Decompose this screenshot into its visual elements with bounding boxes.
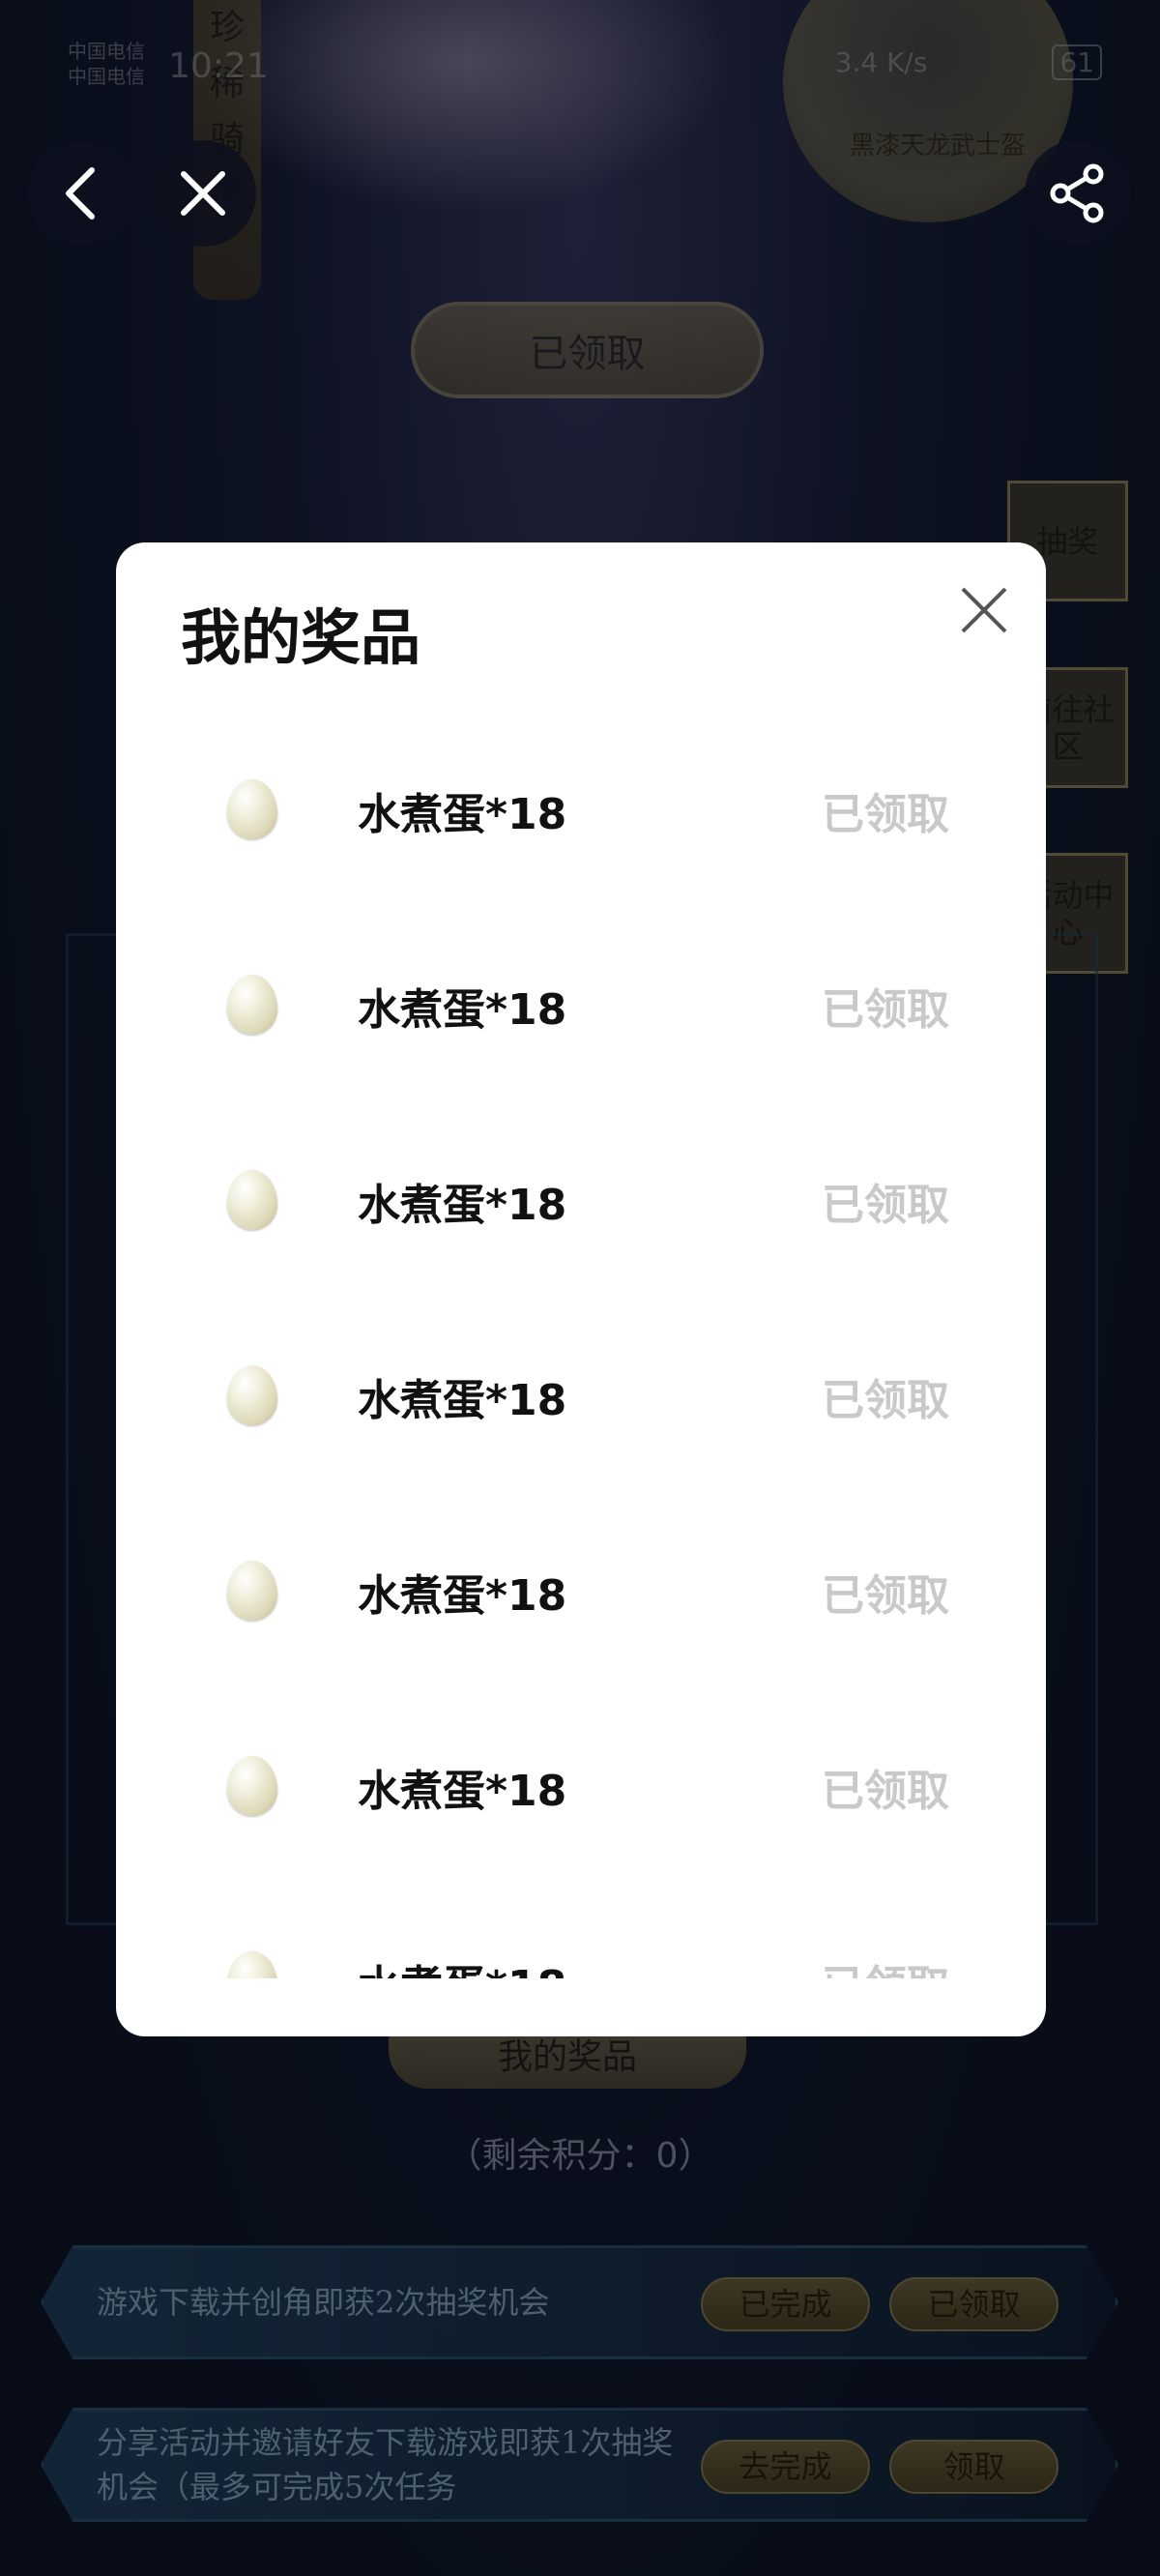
egg-icon: [227, 1951, 277, 1978]
prize-status: 已领取: [822, 1571, 949, 1621]
prize-item: 水煮蛋*18 已领取: [116, 1102, 1046, 1298]
prize-name: 水煮蛋*18: [358, 1767, 567, 1816]
prize-status: 已领取: [822, 1376, 949, 1425]
prize-name: 水煮蛋*18: [358, 1571, 567, 1621]
chevron-left-icon: [66, 167, 95, 220]
prize-item: 水煮蛋*18 已领取: [116, 1688, 1046, 1884]
egg-icon: [227, 1170, 277, 1230]
prize-list[interactable]: 水煮蛋*18 已领取 水煮蛋*18 已领取 水煮蛋*18 已领取 水煮蛋*18 …: [116, 712, 1046, 1978]
egg-icon: [227, 975, 277, 1035]
egg-icon: [227, 1561, 277, 1621]
prize-name: 水煮蛋*18: [358, 1951, 566, 1978]
egg-icon: [227, 1756, 277, 1816]
prize-item: 水煮蛋*18 已领取: [116, 1493, 1046, 1688]
prize-status: 已领取: [822, 1951, 949, 1978]
back-button[interactable]: [27, 140, 133, 247]
prize-item: 水煮蛋*18 已领取: [116, 907, 1046, 1102]
prize-name: 水煮蛋*18: [358, 790, 567, 839]
prize-name: 水煮蛋*18: [358, 1376, 567, 1425]
prize-name: 水煮蛋*18: [358, 1181, 567, 1230]
prize-item: 水煮蛋*18 已领取: [116, 1298, 1046, 1493]
prize-name: 水煮蛋*18: [358, 985, 567, 1035]
close-page-button[interactable]: [150, 140, 256, 247]
prize-status: 已领取: [822, 985, 949, 1035]
prize-status: 已领取: [822, 1767, 949, 1816]
share-icon: [1050, 163, 1104, 223]
prize-status: 已领取: [822, 790, 949, 839]
modal-close-button[interactable]: [955, 581, 1013, 639]
share-button[interactable]: [1025, 140, 1131, 247]
egg-icon: [227, 1365, 277, 1425]
close-icon: [961, 587, 1007, 633]
prize-item: 水煮蛋*18 已领取: [116, 1884, 1046, 1978]
egg-icon: [227, 779, 277, 839]
prize-item: 水煮蛋*18 已领取: [116, 712, 1046, 907]
my-prizes-modal: 我的奖品 水煮蛋*18 已领取 水煮蛋*18 已领取 水煮蛋*18 已领取 水煮…: [116, 542, 1046, 2036]
prize-status: 已领取: [822, 1181, 949, 1230]
modal-title: 我的奖品: [181, 602, 421, 673]
close-icon: [181, 171, 225, 216]
